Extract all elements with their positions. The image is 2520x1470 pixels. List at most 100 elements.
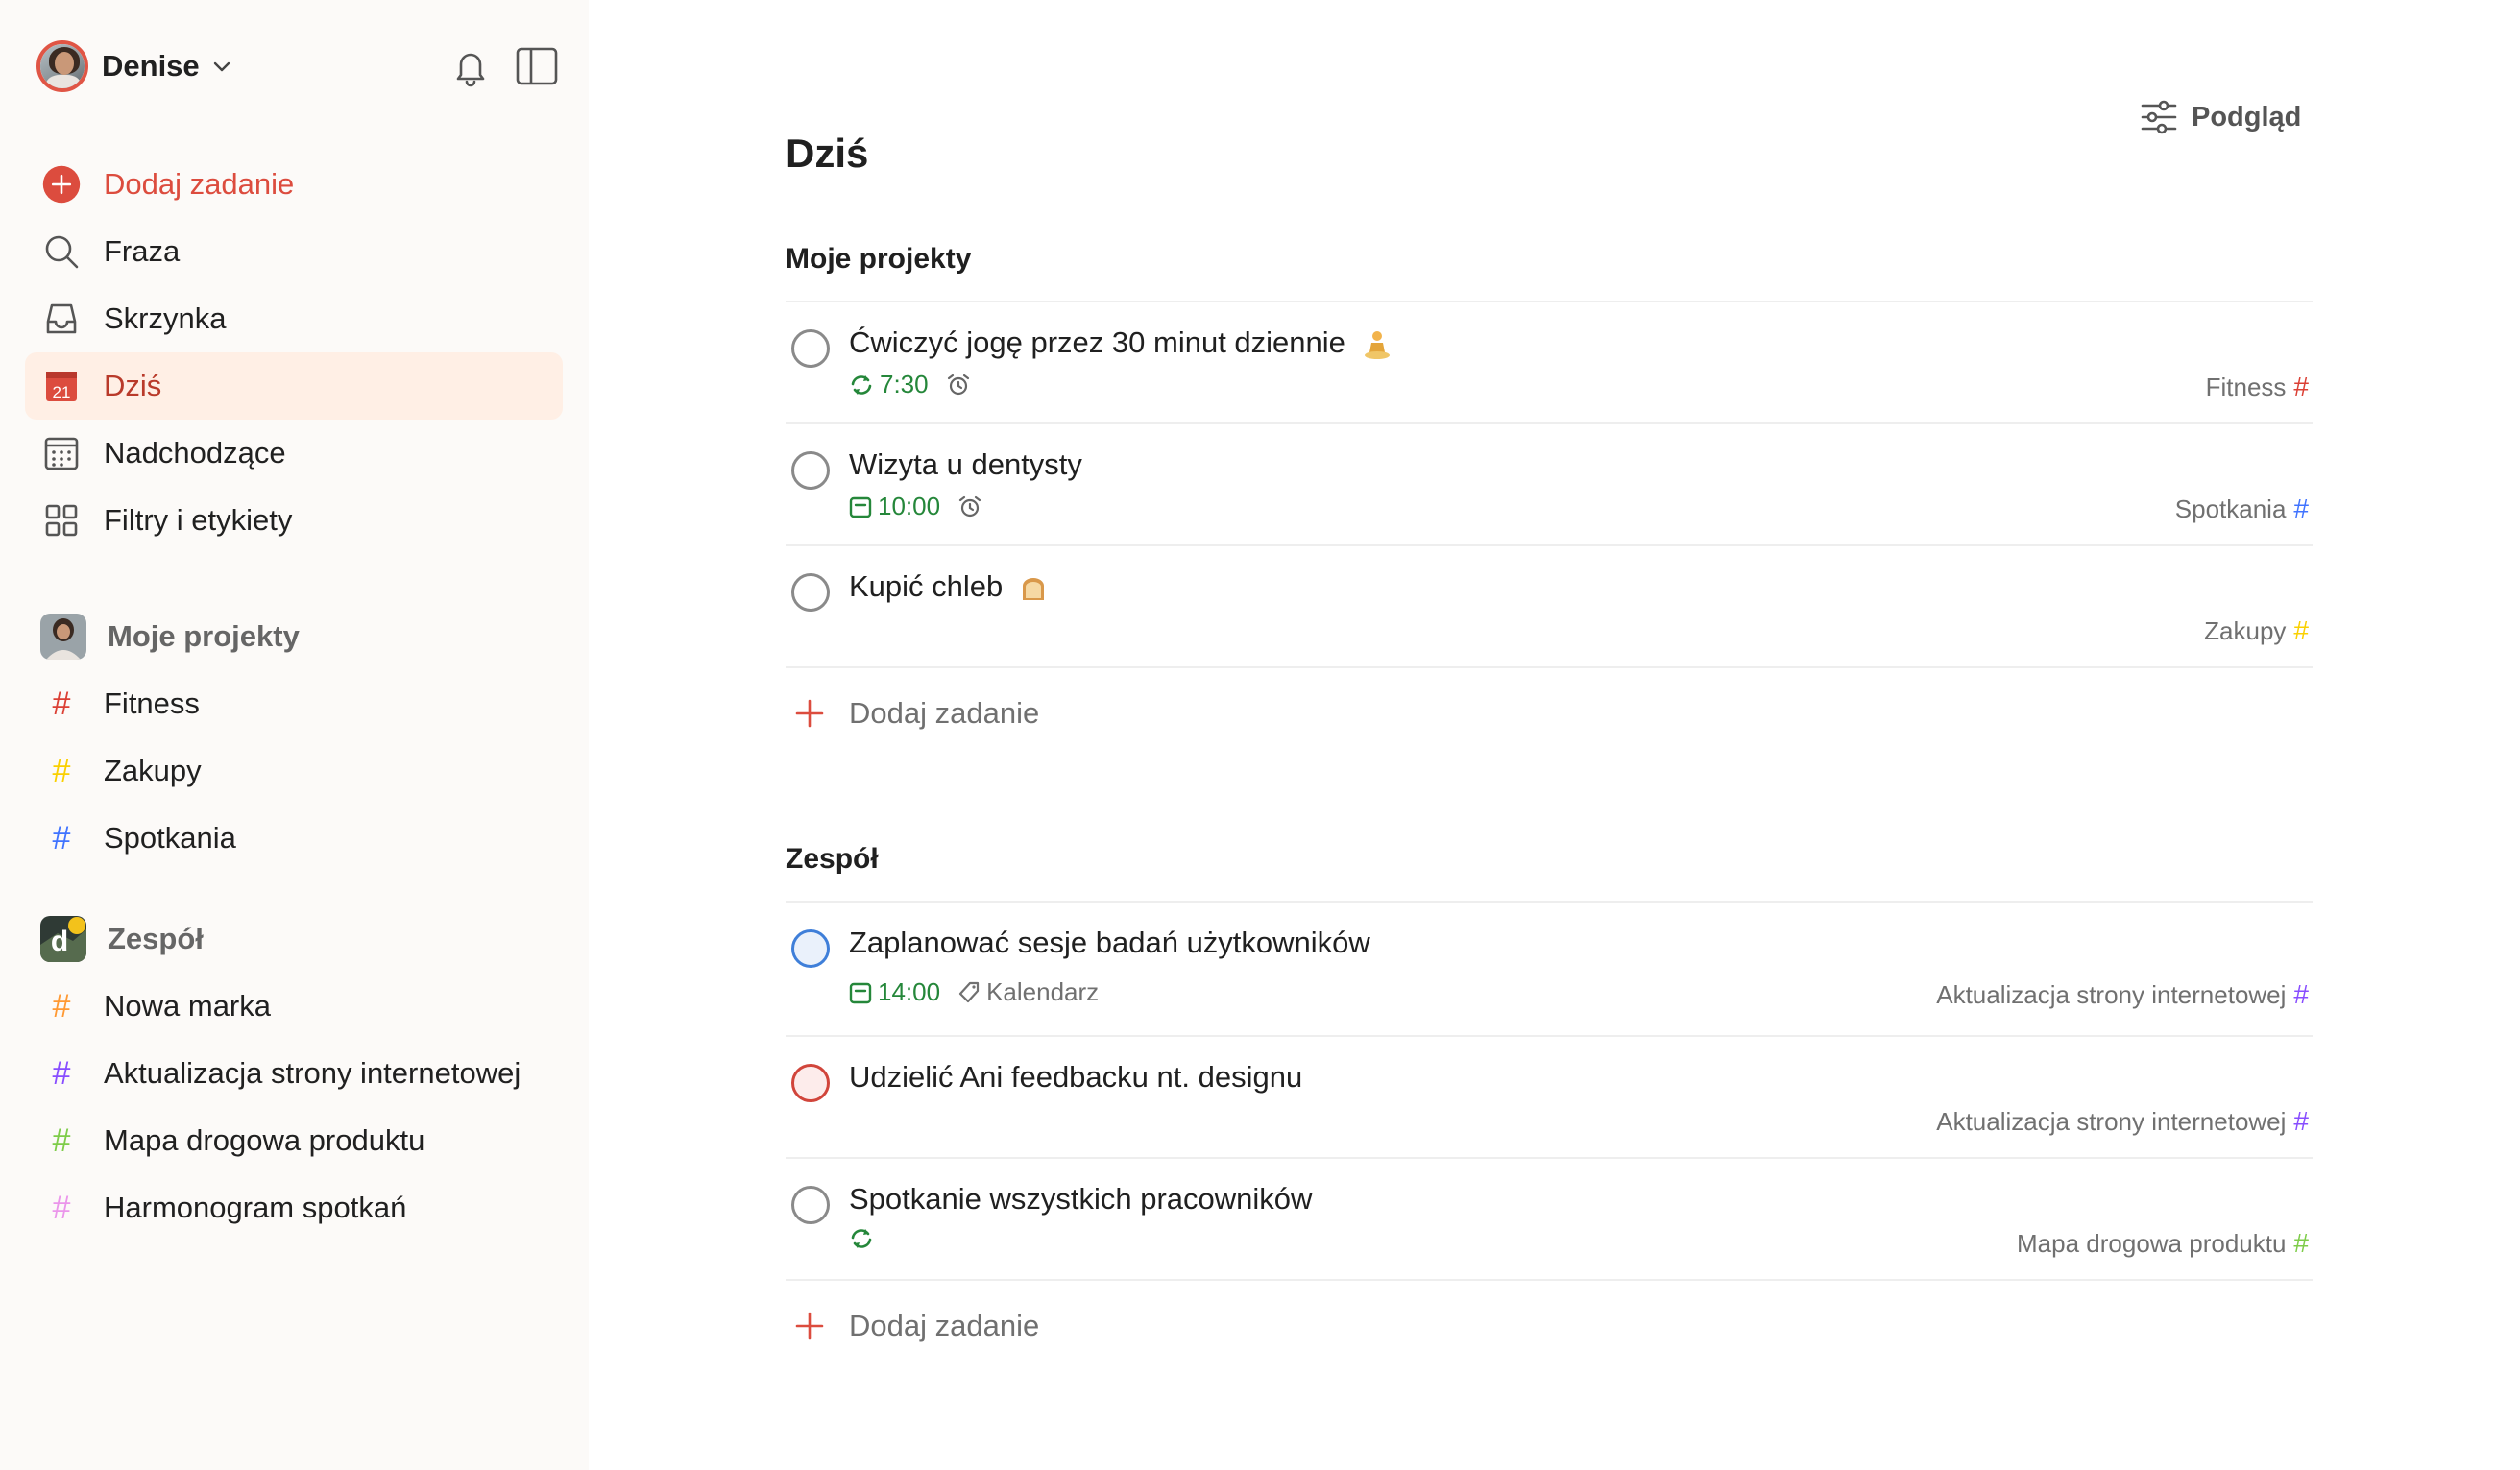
sliders-icon	[2141, 100, 2177, 134]
task-label: Kalendarz	[986, 977, 1100, 1006]
task-item[interactable]: Kupić chleb Zakupy #	[786, 546, 2313, 668]
sidebar-project-fitness[interactable]: # Fitness	[25, 670, 563, 737]
user-menu[interactable]: Denise	[36, 40, 232, 92]
task-item[interactable]: Spotkanie wszystkich pracowników Mapa dr…	[786, 1159, 2313, 1281]
recurring-icon	[851, 1229, 872, 1248]
alarm-icon	[958, 495, 981, 517]
nav-item-label: Skrzynka	[104, 301, 227, 335]
sidebar-project-zakupy[interactable]: # Zakupy	[25, 737, 563, 805]
project-label: Mapa drogowa produktu	[104, 1123, 425, 1157]
task-item[interactable]: Udzielić Ani feedbacku nt. designu Aktua…	[786, 1037, 2313, 1159]
project-hash-icon: #	[52, 1189, 71, 1226]
chevron-down-icon	[213, 61, 230, 72]
team-group: d Zespół # Nowa marka # Aktualizacja str…	[25, 905, 563, 1241]
task-title: Zaplanować sesje badań użytkowników	[849, 926, 1370, 959]
calendar-icon	[849, 496, 872, 518]
task-project[interactable]: Aktualizacja strony internetowej #	[1936, 1106, 2309, 1137]
task-checkbox[interactable]	[791, 451, 830, 490]
tag-icon	[958, 981, 980, 1002]
svg-text:d: d	[51, 926, 68, 957]
task-time: 10:00	[878, 492, 941, 520]
user-name: Denise	[102, 49, 200, 83]
task-project[interactable]: Mapa drogowa produktu #	[2017, 1228, 2309, 1259]
sidebar: Denise Dodaj zadanie Fraza Skrzynka 21 D…	[0, 0, 589, 1470]
view-options-button[interactable]: Podgląd	[2140, 96, 2301, 138]
sidebar-project-spotkania[interactable]: # Spotkania	[25, 805, 563, 872]
task-title: Kupić chleb	[849, 569, 1048, 604]
my-projects-header[interactable]: Moje projekty	[25, 603, 563, 670]
task-item[interactable]: Ćwiczyć jogę przez 30 minut dziennie 7:3…	[786, 302, 2313, 424]
main-nav: Dodaj zadanie Fraza Skrzynka 21 Dziś Nad…	[25, 151, 563, 554]
view-options-label: Podgląd	[2192, 101, 2302, 133]
section-title: Zespół	[786, 843, 879, 875]
sidebar-toggle-icon[interactable]	[516, 47, 558, 85]
project-label: Fitness	[104, 687, 200, 720]
nav-item-today[interactable]: 21 Dziś	[25, 352, 563, 420]
project-label: Nowa marka	[104, 989, 271, 1023]
task-project[interactable]: Zakupy #	[2204, 615, 2309, 646]
group-title: Zespół	[108, 922, 204, 955]
add-task-label: Dodaj zadanie	[849, 696, 1040, 730]
recurring-icon	[851, 374, 872, 395]
add-task-label: Dodaj zadanie	[104, 167, 295, 201]
bread-emoji-icon	[1022, 577, 1044, 600]
project-label: Spotkania	[104, 821, 236, 855]
nav-item-label: Dziś	[104, 369, 162, 402]
nav-item-label: Nadchodzące	[104, 436, 286, 470]
plus-icon	[795, 699, 824, 728]
task-meta	[849, 1226, 874, 1251]
user-avatar-small	[40, 614, 86, 660]
task-checkbox[interactable]	[791, 929, 830, 968]
task-time: 14:00	[878, 977, 941, 1006]
project-hash-icon: #	[52, 685, 71, 722]
sidebar-project-aktualizacja[interactable]: # Aktualizacja strony internetowej	[25, 1040, 563, 1107]
sidebar-project-nowa-marka[interactable]: # Nowa marka	[25, 973, 563, 1040]
add-task-inline-button[interactable]: Dodaj zadanie	[786, 1281, 2313, 1371]
task-meta: 14:00 Kalendarz	[849, 977, 1099, 1007]
nav-item-search[interactable]: Fraza	[25, 218, 563, 285]
task-item[interactable]: Wizyta u dentysty 10:00 Spotkania #	[786, 424, 2313, 546]
task-checkbox[interactable]	[791, 1064, 830, 1102]
sidebar-project-harmonogram[interactable]: # Harmonogram spotkań	[25, 1174, 563, 1241]
nav-item-label: Filtry i etykiety	[104, 503, 293, 537]
project-hash-icon: #	[52, 752, 71, 789]
task-project[interactable]: Aktualizacja strony internetowej #	[1936, 979, 2309, 1010]
section-title: Moje projekty	[786, 243, 972, 275]
task-meta: 10:00	[849, 492, 982, 521]
task-checkbox[interactable]	[791, 573, 830, 612]
inbox-icon	[42, 300, 81, 338]
nav-item-upcoming[interactable]: Nadchodzące	[25, 420, 563, 487]
nav-item-inbox[interactable]: Skrzynka	[25, 285, 563, 352]
task-title: Spotkanie wszystkich pracowników	[849, 1182, 1313, 1216]
task-project[interactable]: Fitness #	[2206, 372, 2309, 402]
section-team: Zespół Zaplanować sesje badań użytkownik…	[786, 835, 2313, 1371]
team-avatar: d	[40, 916, 86, 962]
add-task-inline-button[interactable]: Dodaj zadanie	[786, 668, 2313, 759]
section-my-projects: Moje projekty Ćwiczyć jogę przez 30 minu…	[786, 235, 2313, 759]
calendar-today-icon: 21	[42, 367, 81, 405]
yoga-emoji-icon	[1364, 330, 1390, 359]
calendar-icon	[849, 982, 872, 1003]
task-title: Wizyta u dentysty	[849, 447, 1082, 481]
my-projects-group: Moje projekty # Fitness # Zakupy # Spotk…	[25, 603, 563, 872]
alarm-icon	[947, 374, 969, 395]
task-checkbox[interactable]	[791, 329, 830, 368]
task-meta: 7:30	[849, 370, 971, 399]
calendar-grid-icon	[42, 434, 81, 472]
svg-text:21: 21	[53, 383, 71, 401]
project-label: Harmonogram spotkań	[104, 1191, 407, 1224]
team-header[interactable]: d Zespół	[25, 905, 563, 973]
sidebar-project-mapa-drogowa[interactable]: # Mapa drogowa produktu	[25, 1107, 563, 1174]
task-item[interactable]: Zaplanować sesje badań użytkowników 14:0…	[786, 903, 2313, 1037]
page-title: Dziś	[786, 131, 869, 176]
task-project[interactable]: Spotkania #	[2175, 494, 2309, 524]
task-time: 7:30	[880, 370, 929, 398]
task-title: Ćwiczyć jogę przez 30 minut dziennie	[849, 325, 1393, 360]
plus-circle-icon	[42, 165, 81, 204]
task-checkbox[interactable]	[791, 1186, 830, 1224]
group-title: Moje projekty	[108, 619, 300, 653]
plus-icon	[795, 1312, 824, 1340]
add-task-button[interactable]: Dodaj zadanie	[25, 151, 563, 218]
nav-item-filters[interactable]: Filtry i etykiety	[25, 487, 563, 554]
bell-icon[interactable]	[451, 46, 490, 88]
